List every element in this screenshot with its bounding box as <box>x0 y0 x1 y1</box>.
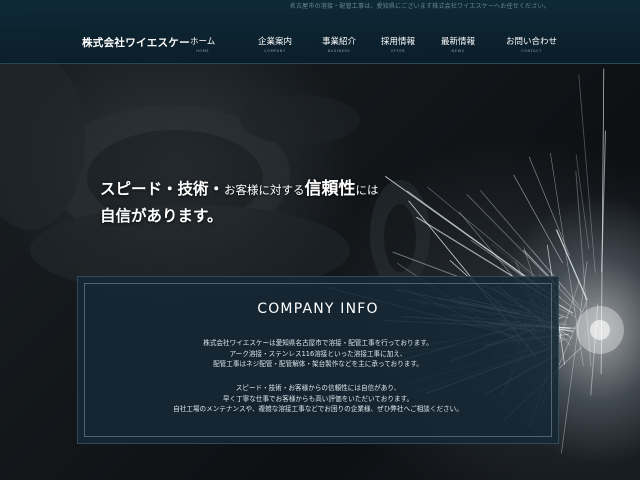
nav-item-recruit[interactable]: 採用情報 OFFER <box>381 35 415 53</box>
company-info-paragraph-1: 株式会社ワイエスケーは愛知県名古屋市で溶接・配管工事を行っております。 アーク溶… <box>78 338 558 370</box>
hero-text-confidence: 自信があります。 <box>100 206 223 225</box>
nav-item-home[interactable]: ホーム HOME <box>190 35 215 53</box>
paragraph-line: アーク溶接・ステンレス116溶接といった溶接工事に加え、 <box>229 349 407 358</box>
nav-sublabel: BUSINESS <box>327 49 351 53</box>
nav-label: 事業紹介 <box>322 37 357 47</box>
header-tagline: 名古屋市の溶接・配管工事は、愛知県にございます株式会社ワイエスケーへお任せくださ… <box>289 3 550 10</box>
nav-label: 採用情報 <box>381 37 416 47</box>
hero-text-niwa: には <box>355 183 379 197</box>
hero-line-1: スピード・技術・お客様に対する信頼性には <box>100 176 379 203</box>
spark-streak <box>528 156 570 256</box>
spark-streak <box>561 261 588 454</box>
nav-sublabel: CONTACT <box>521 49 542 53</box>
nav-label: 最新情報 <box>441 37 476 47</box>
nav-sublabel: OFFER <box>390 49 406 53</box>
hero-catchphrase: スピード・技術・お客様に対する信頼性には 自信があります。 <box>100 176 379 229</box>
nav-sublabel: HOME <box>196 49 210 53</box>
paragraph-line: 早く丁寧な仕事でお客様からも高い評価をいただいております。 <box>222 394 414 403</box>
nav-label: お問い合わせ <box>506 37 558 47</box>
paragraph-line: 配管工事はネジ配管・配管解体・架台製作などを主に承っております。 <box>213 360 423 368</box>
hero-text-speed-tech: スピード・技術・ <box>100 179 225 198</box>
nav-item-contact[interactable]: お問い合わせ CONTACT <box>506 35 557 53</box>
company-info-panel: COMPANY INFO 株式会社ワイエスケーは愛知県名古屋市で溶接・配管工事を… <box>77 276 559 444</box>
company-info-title: COMPANY INFO <box>257 301 379 317</box>
hero-line-2: 自信があります。 <box>100 203 379 229</box>
header-bar: 名古屋市の溶接・配管工事は、愛知県にございます株式会社ワイエスケーへお任せくださ… <box>0 0 640 64</box>
nav-sublabel: NEWS <box>451 49 465 53</box>
page: 名古屋市の溶接・配管工事は、愛知県にございます株式会社ワイエスケーへお任せくださ… <box>0 0 640 480</box>
company-info-paragraph-2: スピード・技術・お客様からの信頼性には自信があり、 早く丁寧な仕事でお客様からも… <box>78 383 558 415</box>
nav-item-company[interactable]: 企業案内 COMPANY <box>258 35 292 53</box>
paragraph-line: 自社工場のメンテナンスや、複雑な溶接工事などでお困りの企業様、ぜひ弊社へご相談く… <box>173 405 463 413</box>
hero-text-trust: 信頼性 <box>304 179 356 199</box>
spark-streak <box>556 229 588 301</box>
nav-item-business[interactable]: 事業紹介 BUSINESS <box>322 35 356 53</box>
main-nav: ホーム HOME 企業案内 COMPANY 事業紹介 BUSINESS 採用情報… <box>190 35 575 57</box>
site-logo[interactable]: 株式会社ワイエスケー <box>82 35 190 50</box>
paragraph-line: 株式会社ワイエスケーは愛知県名古屋市で溶接・配管工事を行っております。 <box>203 339 433 347</box>
hero-text-customer: お客様に対する <box>224 183 305 197</box>
paragraph-line: スピード・技術・お客様からの信頼性には自信があり、 <box>235 384 401 392</box>
nav-label: 企業案内 <box>258 37 293 47</box>
nav-item-news[interactable]: 最新情報 NEWS <box>441 35 475 53</box>
nav-label: ホーム <box>190 37 216 47</box>
nav-sublabel: COMPANY <box>264 49 286 53</box>
